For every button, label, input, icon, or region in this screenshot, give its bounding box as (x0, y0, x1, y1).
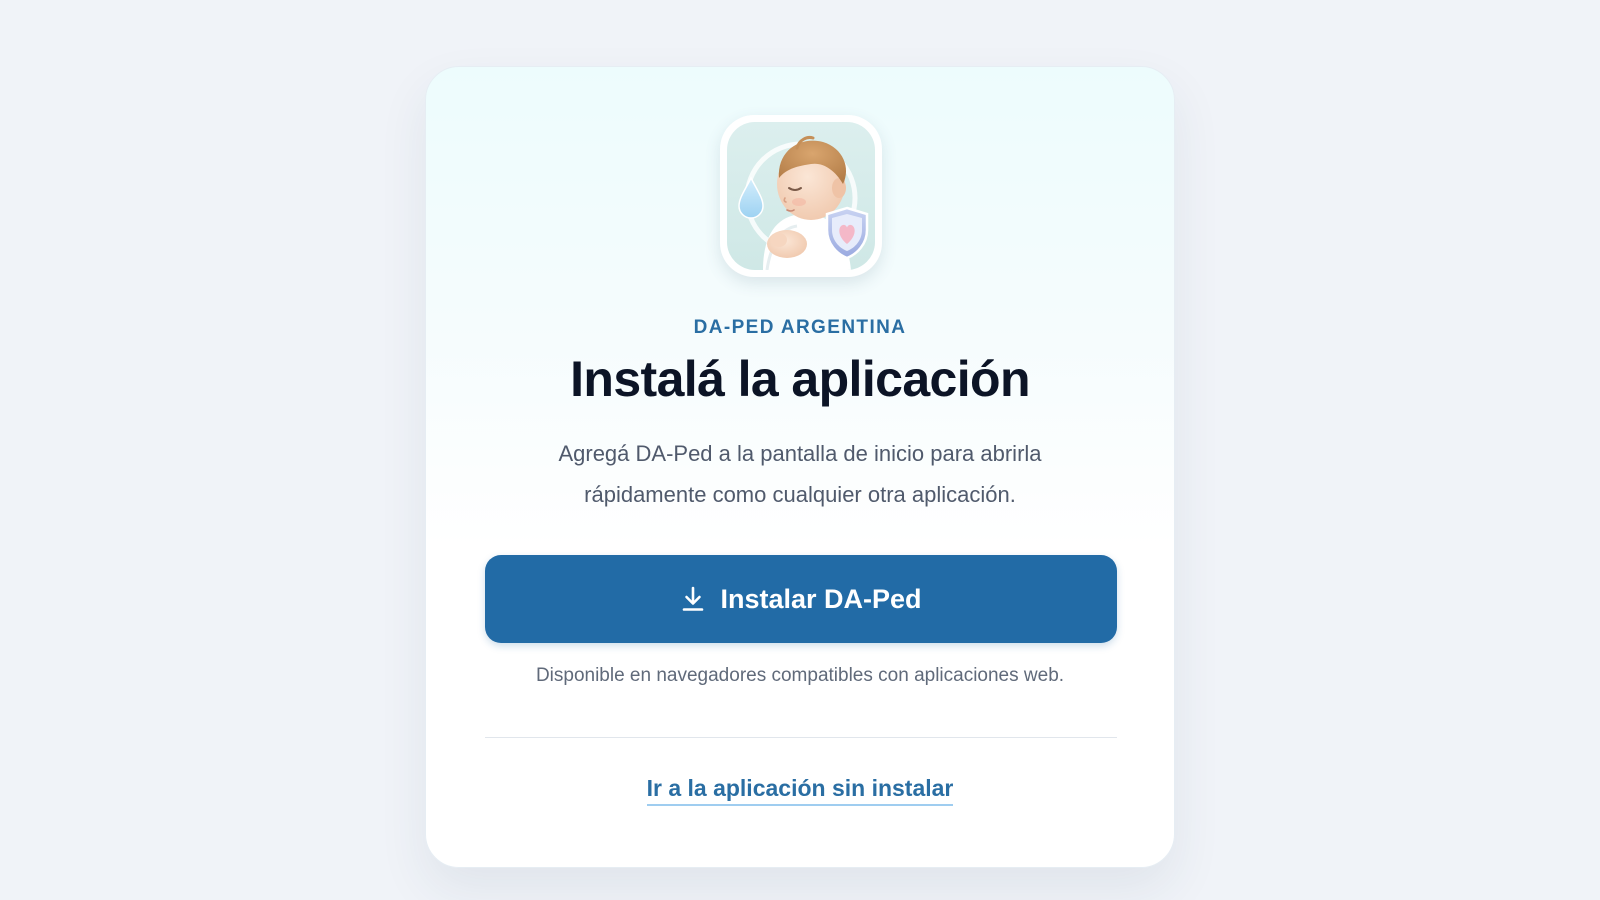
description: Agregá DA-Ped a la pantalla de inicio pa… (558, 441, 1042, 507)
download-icon (680, 585, 706, 613)
skip-link-container: Ir a la aplicación sin instalar (426, 775, 1174, 806)
app-name-eyebrow: DA-PED ARGENTINA (693, 317, 907, 338)
install-button[interactable]: Instalar DA-Ped (485, 555, 1117, 643)
install-button-label: Instalar DA-Ped (720, 583, 922, 614)
page-title: Instalá la aplicación (570, 351, 1030, 407)
app-icon (720, 115, 882, 277)
availability-note: Disponible en navegadores compatibles co… (535, 665, 1065, 686)
skip-install-link[interactable]: Ir a la aplicación sin instalar (646, 775, 954, 806)
divider (485, 737, 1117, 738)
install-card: DA-PED ARGENTINA Instalá la aplicación A… (425, 66, 1175, 868)
baby-with-shield-and-drop-icon (727, 122, 875, 270)
